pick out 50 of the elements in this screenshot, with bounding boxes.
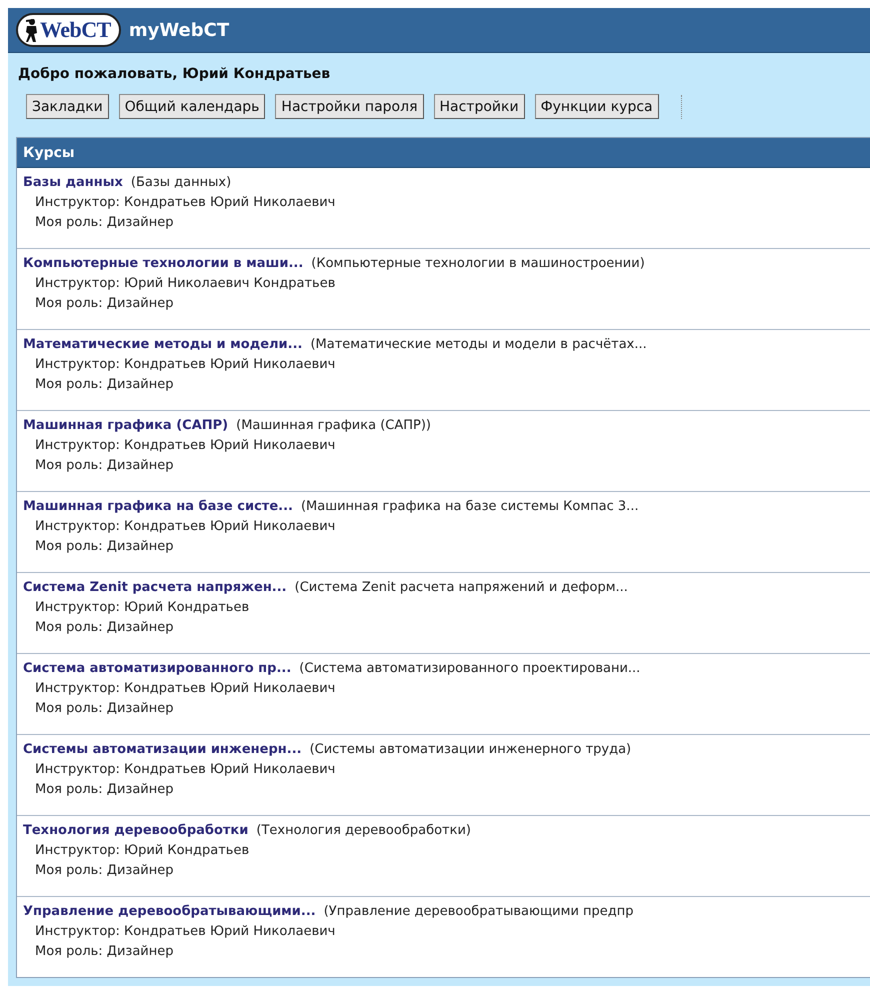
course-full-name: (Компьютерные технологии в машиностроении) bbox=[311, 256, 645, 271]
role-text: Моя роль: Дизайнер bbox=[35, 214, 174, 232]
role-text: Моя роль: Дизайнер bbox=[35, 862, 174, 880]
course-link[interactable]: Компьютерные технологии в маши... bbox=[23, 256, 304, 271]
role-text: Моя роль: Дизайнер bbox=[35, 376, 174, 394]
role-text: Моя роль: Дизайнер bbox=[35, 457, 174, 475]
instructor-text: Инструктор: Кондратьев Юрий Николаевич bbox=[35, 437, 336, 455]
instructor-text: Инструктор: Юрий Кондратьев bbox=[35, 842, 250, 860]
instructor-text: Инструктор: Кондратьев Юрий Николаевич bbox=[35, 923, 336, 941]
course-full-name: (Управление деревообратывающими предпр bbox=[324, 904, 634, 919]
course-full-name: (Система Zenit расчета напряжений и деформ... bbox=[294, 580, 628, 595]
role-text: Моя роль: Дизайнер bbox=[35, 943, 174, 961]
role-text: Моя роль: Дизайнер bbox=[35, 619, 174, 637]
course-link[interactable]: Технология деревообработки bbox=[23, 823, 248, 838]
course-full-name: (Машинная графика (САПР)) bbox=[236, 418, 432, 433]
toolbar-button[interactable]: Закладки bbox=[26, 94, 109, 119]
panel-title: Курсы bbox=[23, 144, 75, 160]
course-full-name: (Технология деревообработки) bbox=[256, 823, 471, 838]
instructor-text: Инструктор: Юрий Кондратьев bbox=[35, 599, 250, 617]
instructor-text: Инструктор: Кондратьев Юрий Николаевич bbox=[35, 680, 336, 698]
course-full-name: (Математические методы и модели в расчётах... bbox=[310, 337, 647, 352]
toolbar-button[interactable]: Настройки пароля bbox=[275, 94, 424, 119]
role-text: Моя роль: Дизайнер bbox=[35, 781, 174, 799]
course-link[interactable]: Системы автоматизации инженерн... bbox=[23, 742, 302, 757]
toolbar-button[interactable]: Общий календарь bbox=[118, 94, 266, 119]
course-full-name: (Базы данных) bbox=[130, 175, 232, 190]
course-full-name: (Машинная графика на базе системы Компас 3... bbox=[300, 499, 639, 514]
logo-text: WebCT bbox=[40, 17, 111, 43]
instructor-text: Инструктор: Кондратьев Юрий Николаевич bbox=[35, 761, 336, 779]
toolbar-button[interactable]: Настройки bbox=[434, 94, 525, 119]
course-link[interactable]: Система автоматизированного пр... bbox=[23, 661, 292, 676]
figure-icon bbox=[24, 18, 40, 42]
role-text: Моя роль: Дизайнер bbox=[35, 538, 174, 556]
instructor-text: Инструктор: Кондратьев Юрий Николаевич bbox=[35, 356, 336, 374]
role-text: Моя роль: Дизайнер bbox=[35, 295, 174, 313]
instructor-text: Инструктор: Кондратьев Юрий Николаевич bbox=[35, 518, 336, 536]
role-text: Моя роль: Дизайнер bbox=[35, 700, 174, 718]
toolbar-button[interactable]: Функции курса bbox=[534, 94, 659, 119]
course-full-name: (Система автоматизированного проектировани... bbox=[299, 661, 640, 676]
course-link[interactable]: Математические методы и модели... bbox=[23, 337, 302, 352]
course-link[interactable]: Базы данных bbox=[23, 175, 123, 190]
instructor-text: Инструктор: Юрий Николаевич Кондратьев bbox=[35, 275, 336, 293]
course-link[interactable]: Машинная графика на базе систе... bbox=[23, 499, 293, 514]
instructor-text: Инструктор: Кондратьев Юрий Николаевич bbox=[35, 194, 336, 212]
course-link[interactable]: Машинная графика (САПР) bbox=[23, 418, 228, 433]
course-link[interactable]: Управление деревообратывающими... bbox=[23, 904, 316, 919]
app-title: myWebCT bbox=[128, 20, 230, 40]
welcome-text: Добро пожаловать, Юрий Кондратьев bbox=[18, 66, 330, 82]
course-link[interactable]: Система Zenit расчета напряжен... bbox=[23, 580, 287, 595]
course-full-name: (Системы автоматизации инженерного труда) bbox=[310, 742, 632, 757]
